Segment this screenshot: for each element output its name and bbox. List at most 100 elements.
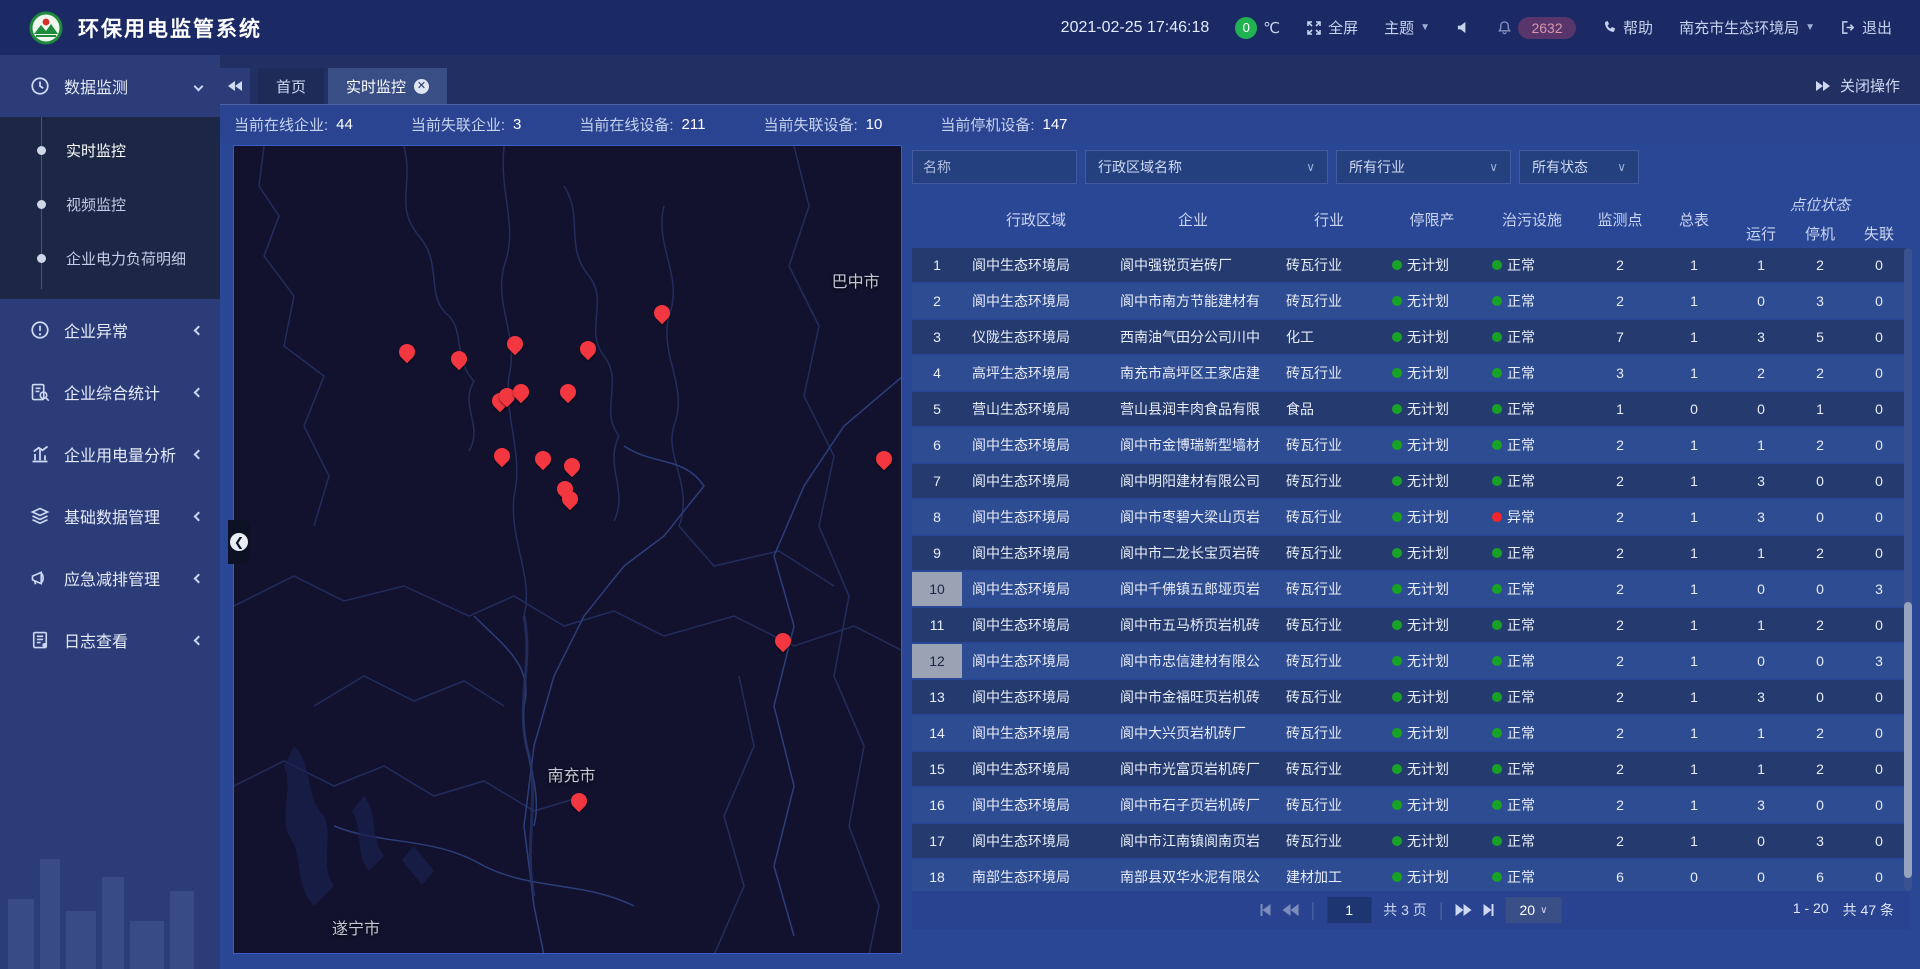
table-row[interactable]: 3 仪陇生态环境局 西南油气田分公司川中 化工 无计划 正常 7 1 3 5 0 [912,320,1910,354]
tabs-scroll-left-button[interactable] [220,68,250,104]
table-row[interactable]: 12 阆中生态环境局 阆中市忠信建材有限公 砖瓦行业 无计划 正常 2 1 0 … [912,644,1910,678]
col-region: 行政区域 [962,190,1110,248]
close-operations-button[interactable]: 关闭操作 [1816,75,1920,104]
table-row[interactable]: 11 阆中生态环境局 阆中市五马桥页岩机砖 砖瓦行业 无计划 正常 2 1 1 … [912,608,1910,642]
table-row[interactable]: 9 阆中生态环境局 阆中市二龙长宝页岩砖 砖瓦行业 无计划 正常 2 1 1 2… [912,536,1910,570]
map-marker-pin[interactable] [513,384,529,400]
plan-status-dot [1392,296,1402,306]
table-row[interactable]: 6 阆中生态环境局 阆中市金博瑞新型墙材 砖瓦行业 无计划 正常 2 1 1 2… [912,428,1910,462]
region-filter-select[interactable]: 行政区域名称∨ [1085,150,1328,184]
sidebar-subitem[interactable]: 实时监控 [0,123,220,177]
sidebar-item[interactable]: 企业综合统计 [0,361,220,423]
table-row[interactable]: 16 阆中生态环境局 阆中市石子页岩机砖厂 砖瓦行业 无计划 正常 2 1 3 … [912,788,1910,822]
chevron-icon [194,635,204,645]
help-button[interactable]: 帮助 [1602,17,1653,38]
stat-label: 当前停机设备: [940,114,1034,135]
cell-run: 0 [1730,824,1792,858]
table-row[interactable]: 5 营山生态环境局 营山县润丰肉食品有限 食品 无计划 正常 1 0 0 1 0 [912,392,1910,426]
plan-text: 无计划 [1407,291,1449,311]
sidebar-subitem[interactable]: 视频监控 [0,177,220,231]
speaker-icon [1456,20,1471,35]
map-marker-pin[interactable] [775,633,791,649]
sidebar-item-label: 企业综合统计 [64,380,195,404]
cell-points: 2 [1582,572,1658,606]
sidebar-item[interactable]: 数据监测 [0,55,220,117]
cell-company: 阆中市忠信建材有限公 [1110,644,1276,678]
theme-button[interactable]: 主题▼ [1384,17,1430,38]
map-marker-pin[interactable] [564,458,580,474]
cell-industry: 砖瓦行业 [1276,644,1382,678]
cell-industry: 食品 [1276,392,1382,426]
page-size-select[interactable]: 20∨ [1505,897,1561,923]
last-page-button[interactable] [1483,904,1493,916]
map-marker-pin[interactable] [560,384,576,400]
sidebar-item[interactable]: 日志查看 [0,609,220,671]
cell-stop: 2 [1792,356,1848,390]
facility-status-dot [1492,836,1502,846]
map-marker-pin[interactable] [507,336,523,352]
chevron-down-icon: ▼ [1805,22,1815,33]
table-row[interactable]: 2 阆中生态环境局 阆中市南方节能建材有 砖瓦行业 无计划 正常 2 1 0 3… [912,284,1910,318]
tab-realtime-monitor[interactable]: 实时监控 ✕ [328,68,447,104]
cell-facility: 正常 [1482,608,1582,642]
table-row[interactable]: 4 高坪生态环境局 南充市高坪区王家店建 砖瓦行业 无计划 正常 3 1 2 2… [912,356,1910,390]
page-number-input[interactable] [1327,897,1371,923]
close-icon[interactable]: ✕ [414,79,429,94]
facility-status-dot [1492,512,1502,522]
plan-text: 无计划 [1407,867,1449,887]
megaphone-icon [30,568,50,588]
table-row[interactable]: 10 阆中生态环境局 阆中千佛镇五郎垭页岩 砖瓦行业 无计划 正常 2 1 0 … [912,572,1910,606]
table-row[interactable]: 14 阆中生态环境局 阆中大兴页岩机砖厂 砖瓦行业 无计划 正常 2 1 1 2… [912,716,1910,750]
sidebar-item[interactable]: 基础数据管理 [0,485,220,547]
prev-page-button[interactable] [1283,904,1299,916]
map-marker-pin[interactable] [654,304,670,320]
status-filter-select[interactable]: 所有状态∨ [1519,150,1639,184]
map-marker-pin[interactable] [535,451,551,467]
notifications[interactable]: 2632 [1497,17,1576,39]
table-row[interactable]: 8 阆中生态环境局 阆中市枣碧大梁山页岩 砖瓦行业 无计划 异常 2 1 3 0… [912,500,1910,534]
map-marker-pin[interactable] [494,448,510,464]
total-pages-label: 共 3 页 [1383,900,1427,920]
map-marker-pin[interactable] [580,341,596,357]
map-marker-pin[interactable] [399,344,415,360]
cell-points: 2 [1582,716,1658,750]
scrollbar-thumb[interactable] [1904,602,1912,878]
fullscreen-button[interactable]: 全屏 [1306,17,1358,38]
cell-company: 阆中市二龙长宝页岩砖 [1110,536,1276,570]
cell-meters: 1 [1658,572,1730,606]
map-canvas[interactable]: 巴中市南充市遂宁市 [233,145,902,954]
org-menu[interactable]: 南充市生态环境局▼ [1679,17,1815,38]
sidebar-item[interactable]: 企业异常 [0,299,220,361]
skyline-watermark [0,819,220,969]
name-filter-input[interactable] [912,150,1077,184]
tab-home[interactable]: 首页 [258,68,324,104]
cell-lost: 0 [1848,464,1910,498]
sidebar-item[interactable]: 应急减排管理 [0,547,220,609]
sidebar-collapse-handle[interactable]: ❮ [228,520,250,564]
logout-button[interactable]: 退出 [1841,17,1892,38]
table-row[interactable]: 17 阆中生态环境局 阆中市江南镇阆南页岩 砖瓦行业 无计划 正常 2 1 0 … [912,824,1910,858]
table-row[interactable]: 1 阆中生态环境局 阆中强锐页岩砖厂 砖瓦行业 无计划 正常 2 1 1 2 0 [912,248,1910,282]
plan-status-dot [1392,692,1402,702]
sidebar-item[interactable]: 企业用电量分析 [0,423,220,485]
table-scrollbar[interactable] [1904,248,1912,891]
next-page-button[interactable] [1455,904,1471,916]
table-row[interactable]: 7 阆中生态环境局 阆中明阳建材有限公司 砖瓦行业 无计划 正常 2 1 3 0… [912,464,1910,498]
speaker-button[interactable] [1456,20,1471,35]
table-row[interactable]: 18 南部生态环境局 南部县双华水泥有限公 建材加工 无计划 正常 6 0 0 … [912,860,1910,891]
first-page-button[interactable] [1261,904,1271,916]
industry-filter-select[interactable]: 所有行业∨ [1336,150,1511,184]
cell-company: 阆中千佛镇五郎垭页岩 [1110,572,1276,606]
map-marker-pin[interactable] [876,451,892,467]
cell-region: 阆中生态环境局 [962,248,1110,282]
cell-region: 南部生态环境局 [962,860,1110,891]
table-row[interactable]: 13 阆中生态环境局 阆中市金福旺页岩机砖 砖瓦行业 无计划 正常 2 1 3 … [912,680,1910,714]
table-row[interactable]: 15 阆中生态环境局 阆中市光富页岩机砖厂 砖瓦行业 无计划 正常 2 1 1 … [912,752,1910,786]
cell-facility: 正常 [1482,824,1582,858]
map-marker-pin[interactable] [562,491,578,507]
map-marker-pin[interactable] [571,793,587,809]
cell-plan: 无计划 [1382,500,1482,534]
sidebar-subitem[interactable]: 企业电力负荷明细 [0,231,220,285]
map-marker-pin[interactable] [451,350,467,366]
sidebar-item-label: 应急减排管理 [64,566,195,590]
